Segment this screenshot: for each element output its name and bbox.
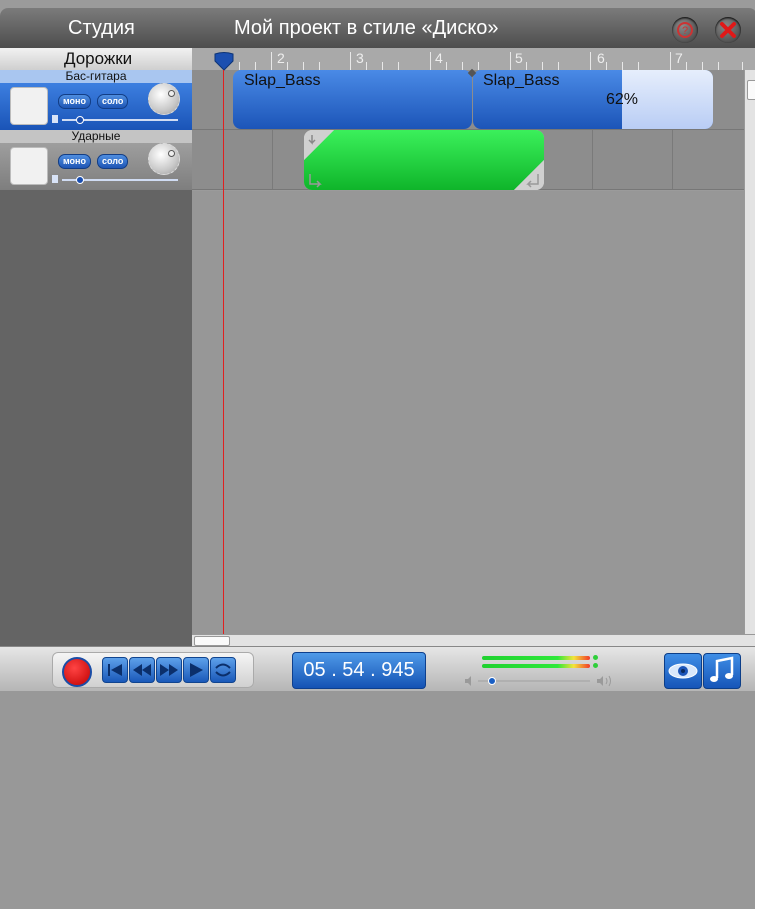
- fast-forward-button[interactable]: [156, 657, 182, 683]
- track-name[interactable]: Бас-гитара: [0, 70, 192, 83]
- rewind-button[interactable]: [129, 657, 155, 683]
- ruler-mark: 5: [515, 50, 523, 66]
- to-start-icon: [108, 664, 122, 676]
- instrument-thumbnail[interactable]: [10, 147, 48, 185]
- time-display: 05 . 54 . 945: [292, 652, 426, 689]
- mono-button[interactable]: моно: [58, 154, 91, 169]
- rewind-icon: [133, 664, 151, 676]
- help-button[interactable]: ?: [672, 17, 698, 43]
- notation-button[interactable]: [703, 653, 741, 689]
- fast-forward-icon: [160, 664, 178, 676]
- ruler-mark: 7: [675, 50, 683, 66]
- play-button[interactable]: [183, 657, 209, 683]
- track-volume-handle[interactable]: [76, 116, 84, 124]
- eye-icon: [668, 663, 698, 679]
- app-window: Студия Мой проект в стиле «Диско» ? Доро…: [0, 0, 757, 909]
- horizontal-scroll-thumb[interactable]: [194, 636, 230, 646]
- view-toggle-button[interactable]: [664, 653, 702, 689]
- project-title: Мой проект в стиле «Диско»: [234, 17, 499, 39]
- master-volume-handle[interactable]: [488, 677, 496, 685]
- empty-lanes-area[interactable]: [192, 191, 744, 634]
- level-meter-right: [482, 664, 590, 668]
- to-start-button[interactable]: [102, 657, 128, 683]
- record-button[interactable]: [62, 657, 92, 687]
- peak-led-right: [593, 663, 598, 668]
- playhead-handle[interactable]: [214, 52, 234, 72]
- playhead-line: [223, 70, 224, 646]
- mono-button[interactable]: моно: [58, 94, 91, 109]
- ruler-mark: 6: [597, 50, 605, 66]
- level-meter-left: [482, 656, 590, 660]
- audio-clip[interactable]: Slap_Bass 62%: [473, 70, 713, 129]
- ruler-mark: 4: [435, 50, 443, 66]
- pan-knob[interactable]: [148, 83, 180, 115]
- track-controls: моно соло: [0, 83, 192, 130]
- track-header-drums[interactable]: Ударные моно соло: [0, 130, 192, 190]
- tracks-header-label: Дорожки: [64, 49, 133, 68]
- bottom-empty-area: [0, 691, 757, 909]
- track-volume-handle[interactable]: [76, 176, 84, 184]
- instrument-thumbnail[interactable]: [10, 87, 48, 125]
- peak-led-left: [593, 655, 598, 660]
- track-controls: моно соло: [0, 143, 192, 190]
- pan-knob[interactable]: [148, 143, 180, 175]
- svg-text:?: ?: [682, 25, 688, 37]
- music-note-icon: [710, 656, 734, 682]
- loop-button[interactable]: [210, 657, 236, 683]
- close-icon: [720, 22, 736, 38]
- clip-progress-text: 62%: [606, 91, 639, 108]
- studio-label[interactable]: Студия: [68, 17, 135, 40]
- clip-label: Slap_Bass: [244, 72, 321, 89]
- tracks-header: Дорожки: [0, 48, 192, 71]
- help-icon: ?: [677, 22, 693, 38]
- ruler-mark: 3: [356, 50, 364, 66]
- clip-label: Slap_Bass: [483, 72, 560, 89]
- play-icon: [190, 663, 203, 677]
- drum-clip-shape: [304, 130, 544, 190]
- track-name[interactable]: Ударные: [0, 130, 192, 143]
- tracks-panel: Дорожки Бас-гитара моно соло Ударные мон…: [0, 48, 192, 646]
- timeline-ruler[interactable]: 2 3 4 5 6 7: [192, 48, 757, 71]
- title-bar: Студия Мой проект в стиле «Диско» ?: [0, 8, 757, 48]
- transport-controls: [52, 652, 254, 688]
- bass-clips: Slap_Bass Slap_Bass 62%: [233, 68, 713, 129]
- close-button[interactable]: [715, 17, 741, 43]
- track-header-bass[interactable]: Бас-гитара моно соло: [0, 70, 192, 130]
- ruler-mark: 2: [277, 50, 285, 66]
- drum-clip[interactable]: [304, 130, 544, 190]
- solo-button[interactable]: соло: [97, 94, 129, 109]
- volume-max-icon: [597, 675, 611, 687]
- loop-icon: [215, 663, 231, 677]
- volume-icon: [52, 115, 58, 123]
- audio-clip[interactable]: Slap_Bass: [233, 70, 472, 129]
- volume-icon: [52, 175, 58, 183]
- transport-bar: 05 . 54 . 945: [0, 646, 757, 692]
- solo-button[interactable]: соло: [97, 154, 129, 169]
- volume-min-icon: [465, 676, 471, 686]
